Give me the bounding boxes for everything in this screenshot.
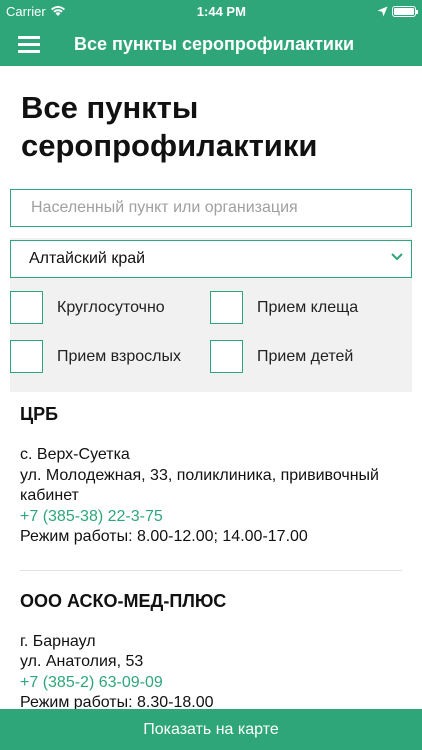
filter-round-the-clock[interactable]: Круглосуточно [10,291,165,324]
battery-icon [392,5,418,17]
main-content[interactable]: Все пункты серопрофилактики Алтайский кр… [0,66,422,709]
checkbox[interactable] [10,291,43,324]
show-on-map-label: Показать на карте [143,720,279,738]
status-left: Carrier [6,4,66,19]
filters-panel: Алтайский край Круглосуточно Прием клеща… [10,238,412,392]
page-title-line-2: серопрофилактики [21,128,318,163]
org-address: ул. Анатолия, 53 [20,653,144,670]
list-item[interactable]: ООО АСКО-МЕД-ПЛЮС г. Барнаул ул. Анатоли… [0,591,422,710]
filter-tick-acceptance[interactable]: Прием клеща [210,291,358,324]
search-input[interactable] [31,199,411,217]
show-on-map-button[interactable]: Показать на карте [0,709,422,750]
chevron-down-icon [391,253,403,261]
divider [20,569,402,571]
filter-label: Прием взрослых [57,347,181,365]
checkbox[interactable] [10,340,43,373]
org-phone-link[interactable]: +7 (385-2) 63-09-09 [20,673,402,694]
org-phone-link[interactable]: +7 (385-38) 22-3-75 [20,507,402,528]
region-select-value: Алтайский край [29,250,146,267]
org-city: с. Верх-Суетка [20,446,130,463]
nav-bar: Все пункты серопрофилактики [0,22,422,66]
org-name: ООО АСКО-МЕД-ПЛЮС [20,590,227,611]
filter-adults[interactable]: Прием взрослых [10,340,181,373]
region-select[interactable]: Алтайский край [10,240,412,278]
page-title: Все пункты серопрофилактики [0,66,422,165]
checkbox[interactable] [210,340,243,373]
checkbox[interactable] [210,291,243,324]
nav-title: Все пункты серопрофилактики [74,33,355,54]
status-time: 1:44 PM [196,3,246,19]
org-city: г. Барнаул [20,632,96,650]
hamburger-menu-icon [18,35,40,53]
carrier-label: Carrier [6,3,46,19]
filter-children[interactable]: Прием детей [210,340,353,373]
menu-button[interactable] [0,22,58,66]
filter-label: Прием клеща [257,298,359,316]
search-box[interactable] [10,189,412,227]
results-list: ЦРБ с. Верх-Суетка ул. Молодежная, 33, п… [0,392,422,709]
filter-label: Круглосуточно [57,298,165,316]
location-arrow-icon [377,6,388,16]
filter-label: Прием детей [257,347,354,365]
page-title-line-1: Все пункты [21,90,199,125]
wifi-icon [50,6,65,16]
status-right [377,5,418,17]
org-name: ЦРБ [20,404,59,424]
org-hours: Режим работы: 8.00-12.00; 14.00-17.00 [20,528,308,545]
list-item[interactable]: ЦРБ с. Верх-Суетка ул. Молодежная, 33, п… [0,404,422,548]
org-hours: Режим работы: 8.30-18.00 [20,694,214,709]
org-address: ул. Молодежная, 33, поликлиника, прививо… [20,466,379,505]
status-bar: Carrier 1:44 PM [0,0,422,22]
